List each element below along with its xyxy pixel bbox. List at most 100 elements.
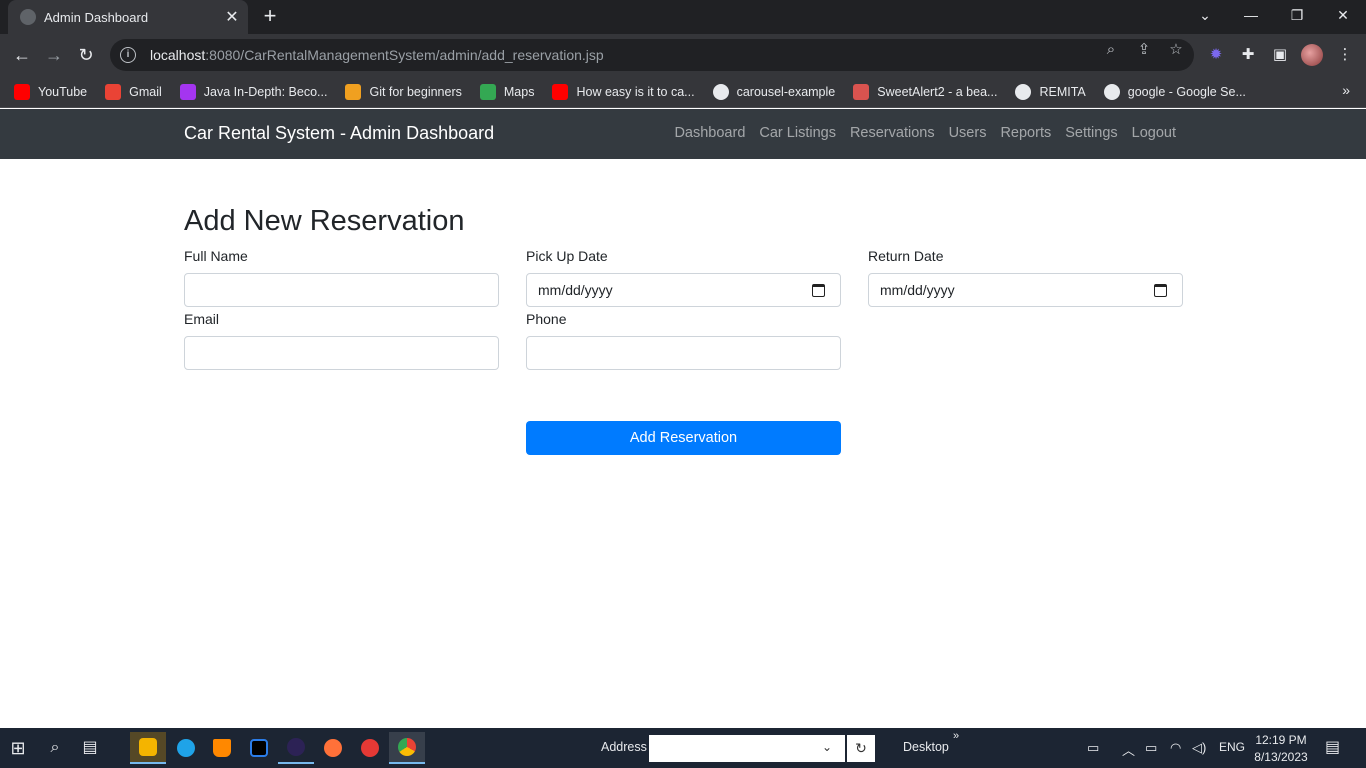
- add-reservation-button[interactable]: Add Reservation: [526, 421, 841, 455]
- file-explorer-icon[interactable]: [130, 732, 166, 764]
- calendar-icon[interactable]: [812, 283, 825, 297]
- calendar-icon[interactable]: [1154, 283, 1167, 297]
- close-window-icon[interactable]: ✕: [1320, 0, 1366, 32]
- address-bar[interactable]: i localhost:8080/CarRentalManagementSyst…: [110, 39, 1194, 71]
- email-label: Email: [184, 311, 220, 327]
- bookmark-label: REMITA: [1039, 84, 1086, 99]
- url-text[interactable]: localhost:8080/CarRentalManagementSystem…: [150, 47, 604, 63]
- desktop-toolbar-label[interactable]: Desktop: [903, 740, 949, 754]
- close-tab-icon[interactable]: ✕: [220, 7, 244, 27]
- bookmark-label: carousel-example: [736, 84, 836, 99]
- dbeaver-icon[interactable]: [352, 732, 388, 764]
- edge-icon[interactable]: [168, 732, 204, 764]
- bookmark-label: Git for beginners: [369, 84, 462, 99]
- tab-search-chevron-icon[interactable]: ⌄: [1182, 0, 1228, 32]
- bookmark-item[interactable]: Maps: [479, 83, 534, 100]
- forward-icon[interactable]: →: [40, 41, 68, 69]
- notifications-icon[interactable]: ▤: [1325, 737, 1340, 757]
- nav-car-listings[interactable]: Car Listings: [759, 125, 836, 141]
- udemy-icon: [179, 83, 196, 100]
- browser-toolbar: ← → ↻ i localhost:8080/CarRentalManageme…: [0, 34, 1366, 76]
- vlc-icon[interactable]: [204, 732, 240, 764]
- phone-input[interactable]: [526, 336, 841, 370]
- nav-settings[interactable]: Settings: [1065, 125, 1117, 141]
- language-indicator[interactable]: ENG: [1219, 740, 1245, 754]
- nav-reports[interactable]: Reports: [1000, 125, 1051, 141]
- toolbar-expand-icon[interactable]: »: [953, 730, 959, 742]
- battery-icon[interactable]: ▭: [1145, 740, 1157, 756]
- bookmark-item[interactable]: google - Google Se...: [1103, 83, 1246, 100]
- chrome-icon[interactable]: [389, 732, 425, 764]
- bookmark-item[interactable]: How easy is it to ca...: [552, 83, 695, 100]
- tray-overflow-icon[interactable]: ︿: [1122, 740, 1135, 759]
- bookmark-item[interactable]: carousel-example: [712, 83, 836, 100]
- nav-reservations[interactable]: Reservations: [850, 125, 935, 141]
- navbar-brand[interactable]: Car Rental System - Admin Dashboard: [184, 123, 494, 144]
- bookmark-label: Gmail: [129, 84, 162, 99]
- address-go-icon[interactable]: ↻: [847, 735, 875, 762]
- intellij-icon[interactable]: [241, 732, 277, 764]
- reload-icon[interactable]: ↻: [72, 41, 100, 69]
- bookmarks-overflow-icon[interactable]: »: [1342, 82, 1350, 98]
- sweetalert-icon: [853, 83, 870, 100]
- nav-dashboard[interactable]: Dashboard: [674, 125, 745, 141]
- task-view-icon[interactable]: ▤: [76, 734, 104, 762]
- bookmark-item[interactable]: YouTube: [14, 83, 87, 100]
- pickup-date-input[interactable]: mm/dd/yyyy: [526, 273, 841, 307]
- globe-icon: [1015, 83, 1032, 100]
- return-date-label: Return Date: [868, 248, 944, 264]
- extension-gear-icon[interactable]: ✹: [1205, 44, 1227, 66]
- youtube-icon: [552, 83, 569, 100]
- bookmark-label: How easy is it to ca...: [576, 84, 695, 99]
- tab-title: Admin Dashboard: [44, 9, 149, 25]
- firefox-icon[interactable]: [315, 732, 351, 764]
- youtube-icon: [14, 83, 30, 100]
- wifi-icon[interactable]: ◠: [1170, 740, 1181, 756]
- globe-icon: [1103, 83, 1120, 100]
- bookmark-item[interactable]: Java In-Depth: Beco...: [179, 83, 328, 100]
- news-widget-icon[interactable]: ▭: [1087, 740, 1099, 756]
- app-navbar: Car Rental System - Admin Dashboard Dash…: [0, 109, 1366, 159]
- side-panel-icon[interactable]: ▣: [1269, 44, 1291, 66]
- zoom-search-icon[interactable]: ⌕: [1102, 41, 1120, 59]
- bookmark-item[interactable]: Gmail: [105, 83, 162, 100]
- new-tab-icon[interactable]: +: [258, 4, 282, 28]
- return-date-input[interactable]: mm/dd/yyyy: [868, 273, 1183, 307]
- extensions-puzzle-icon[interactable]: ✚: [1237, 44, 1259, 66]
- bookmark-item[interactable]: SweetAlert2 - a bea...: [853, 83, 998, 100]
- maps-icon: [479, 83, 496, 100]
- bookmark-item[interactable]: Git for beginners: [345, 83, 462, 100]
- full-name-input[interactable]: [184, 273, 499, 307]
- minimize-icon[interactable]: —: [1228, 0, 1274, 32]
- bookmark-item[interactable]: REMITA: [1015, 83, 1086, 100]
- gmail-icon: [105, 83, 122, 100]
- site-info-icon[interactable]: i: [120, 47, 136, 63]
- address-dropdown-chevron-icon[interactable]: ⌄: [822, 740, 832, 754]
- bookmarks-bar: YouTube Gmail Java In-Depth: Beco... Git fo…: [0, 76, 1366, 108]
- volume-icon[interactable]: ◁): [1192, 740, 1206, 756]
- bookmark-star-icon[interactable]: ☆: [1167, 41, 1185, 59]
- globe-icon: [712, 83, 729, 100]
- menu-dots-icon[interactable]: ⋮: [1334, 44, 1356, 66]
- pickup-date-label: Pick Up Date: [526, 248, 608, 264]
- email-input[interactable]: [184, 336, 499, 370]
- profile-avatar[interactable]: [1301, 44, 1323, 66]
- browser-tab[interactable]: Admin Dashboard ✕: [8, 0, 248, 34]
- back-icon[interactable]: ←: [8, 41, 36, 69]
- taskbar-address-input[interactable]: [649, 735, 845, 762]
- git-icon: [345, 83, 362, 100]
- eclipse-icon[interactable]: [278, 732, 314, 764]
- taskbar-clock[interactable]: 12:19 PM 8/13/2023: [1250, 732, 1312, 766]
- restore-icon[interactable]: ❐: [1274, 0, 1320, 32]
- bookmark-label: SweetAlert2 - a bea...: [877, 84, 998, 99]
- full-name-label: Full Name: [184, 248, 248, 264]
- clock-time: 12:19 PM: [1255, 733, 1307, 747]
- share-icon[interactable]: ⇪: [1135, 41, 1153, 59]
- windows-start-icon[interactable]: ⊞: [4, 734, 32, 762]
- bookmark-label: Java In-Depth: Beco...: [203, 84, 328, 99]
- nav-users[interactable]: Users: [949, 125, 987, 141]
- search-icon[interactable]: ⌕: [41, 734, 69, 762]
- browser-tabstrip: Admin Dashboard ✕ + ⌄ — ❐ ✕: [0, 0, 1366, 34]
- nav-logout[interactable]: Logout: [1132, 125, 1176, 141]
- phone-label: Phone: [526, 311, 567, 327]
